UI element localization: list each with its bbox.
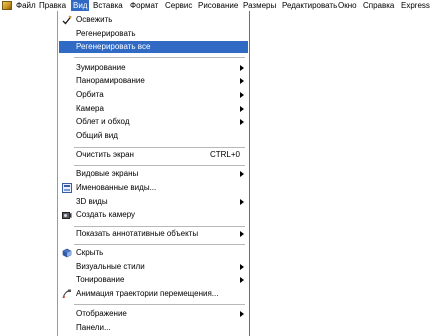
menu-window[interactable]: Окно xyxy=(336,0,359,11)
menu-item-label: Отображение xyxy=(76,309,127,318)
menu-bar: Файл Правка Вид Вставка Формат Сервис Ри… xyxy=(0,0,434,11)
menu-item-shortcut: CTRL+0 xyxy=(209,150,240,159)
menu-item-label: Именованные виды... xyxy=(76,183,157,192)
menu-item-zoom[interactable]: Зумирование xyxy=(59,62,248,74)
menu-separator xyxy=(74,226,245,227)
submenu-arrow-icon xyxy=(240,277,244,283)
check-pencil-icon xyxy=(62,15,72,25)
submenu-arrow-icon xyxy=(240,78,244,84)
menu-edit[interactable]: Правка xyxy=(37,0,68,11)
menu-item-label: Визуальные стили xyxy=(76,262,145,271)
menu-item-create-camera[interactable]: Создать камеру xyxy=(59,209,248,221)
named-views-icon xyxy=(62,183,72,193)
submenu-arrow-icon xyxy=(240,199,244,205)
menu-tools[interactable]: Сервис xyxy=(163,0,194,11)
menu-item-walk-fly[interactable]: Облет и обход xyxy=(59,116,248,128)
menu-file[interactable]: Файл xyxy=(14,0,38,11)
menu-separator xyxy=(74,244,245,245)
menu-item-regen-all[interactable]: Регенерировать все xyxy=(59,41,248,53)
menu-item-clean-screen[interactable]: Очистить экран CTRL+0 xyxy=(59,149,248,161)
menu-express[interactable]: Express xyxy=(399,0,432,11)
view-dropdown-menu: Освежить Регенерировать Регенерировать в… xyxy=(57,11,250,336)
camera-icon xyxy=(62,212,72,219)
menu-item-label: Очистить экран xyxy=(76,150,134,159)
menu-item-redraw[interactable]: Освежить xyxy=(59,14,248,26)
menu-item-render[interactable]: Тонирование xyxy=(59,274,248,286)
menu-item-camera[interactable]: Камера xyxy=(59,103,248,115)
hide-icon xyxy=(62,248,72,258)
menu-separator xyxy=(74,147,245,148)
menu-item-label: Создать камеру xyxy=(76,210,136,219)
menu-separator xyxy=(74,57,245,58)
submenu-arrow-icon xyxy=(240,119,244,125)
menu-draw[interactable]: Рисование xyxy=(196,0,240,11)
submenu-arrow-icon xyxy=(240,171,244,177)
menu-item-label: Регенерировать xyxy=(76,29,136,38)
menu-item-label: Зумирование xyxy=(76,63,126,72)
menu-separator xyxy=(74,165,245,166)
menu-item-label: Показать аннотативные объекты xyxy=(76,229,199,238)
submenu-arrow-icon xyxy=(240,106,244,112)
menu-item-label: Регенерировать все xyxy=(76,42,151,51)
menu-item-orbit[interactable]: Орбита xyxy=(59,89,248,101)
menu-item-toolbars[interactable]: Панели... xyxy=(59,322,248,334)
menu-item-label: Тонирование xyxy=(76,275,125,284)
menu-item-pan[interactable]: Панорамирование xyxy=(59,75,248,87)
menu-item-label: Орбита xyxy=(76,90,104,99)
menu-item-annotative-objects[interactable]: Показать аннотативные объекты xyxy=(59,228,248,240)
menu-format[interactable]: Формат xyxy=(128,0,160,11)
menu-item-aerial-view[interactable]: Общий вид xyxy=(59,130,248,142)
menu-item-label: 3D виды xyxy=(76,197,108,206)
menu-item-visual-styles[interactable]: Визуальные стили xyxy=(59,261,248,273)
menu-item-label: Видовые экраны xyxy=(76,169,139,178)
menu-item-label: Панели... xyxy=(76,323,111,332)
menu-item-named-views[interactable]: Именованные виды... xyxy=(59,182,248,194)
submenu-arrow-icon xyxy=(240,231,244,237)
menu-view[interactable]: Вид xyxy=(71,0,90,11)
menu-item-hide[interactable]: Скрыть xyxy=(59,247,248,259)
menu-item-label: Анимация траектории перемещения... xyxy=(76,289,219,298)
menu-item-viewports[interactable]: Видовые экраны xyxy=(59,168,248,180)
menu-item-3d-views[interactable]: 3D виды xyxy=(59,196,248,208)
menu-item-label: Камера xyxy=(76,104,104,113)
submenu-arrow-icon xyxy=(240,311,244,317)
menu-item-label: Освежить xyxy=(76,15,113,24)
menu-separator xyxy=(74,304,245,305)
menu-item-label: Облет и обход xyxy=(76,117,130,126)
menu-item-display[interactable]: Отображение xyxy=(59,308,248,320)
menu-insert[interactable]: Вставка xyxy=(91,0,125,11)
motion-path-icon xyxy=(62,289,72,299)
submenu-arrow-icon xyxy=(240,92,244,98)
submenu-arrow-icon xyxy=(240,65,244,71)
app-icon[interactable] xyxy=(2,1,12,10)
menu-item-motion-path[interactable]: Анимация траектории перемещения... xyxy=(59,288,248,300)
menu-item-regen[interactable]: Регенерировать xyxy=(59,28,248,40)
menu-help[interactable]: Справка xyxy=(361,0,396,11)
menu-item-label: Панорамирование xyxy=(76,76,145,85)
menu-item-label: Общий вид xyxy=(76,131,118,140)
submenu-arrow-icon xyxy=(240,264,244,270)
menu-modify[interactable]: Редактировать xyxy=(280,0,339,11)
menu-dimension[interactable]: Размеры xyxy=(241,0,278,11)
menu-item-label: Скрыть xyxy=(76,248,104,257)
